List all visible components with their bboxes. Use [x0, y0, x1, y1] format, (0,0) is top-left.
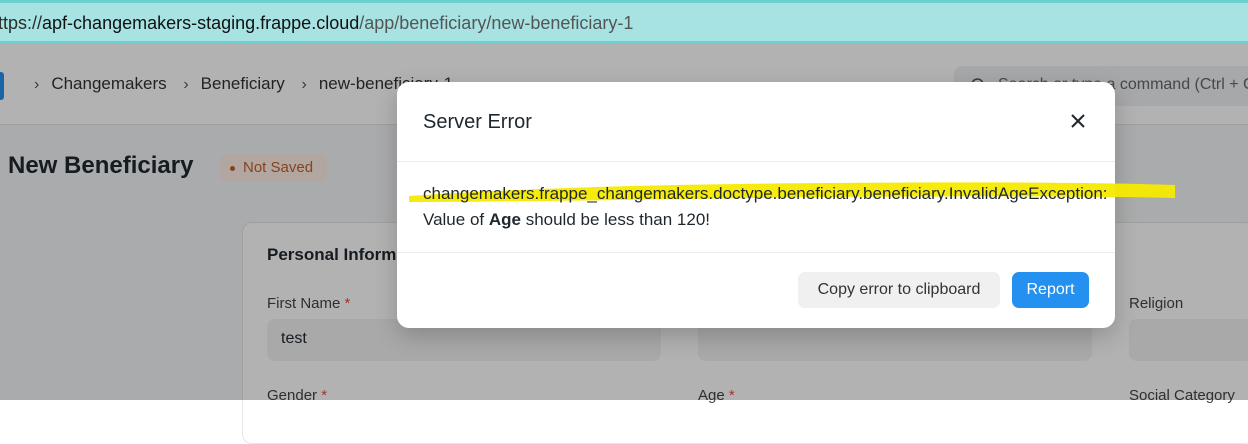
report-button[interactable]: Report: [1012, 272, 1089, 308]
url-text[interactable]: https://apf-changemakers-staging.frappe.…: [0, 13, 633, 34]
server-error-dialog: Server Error changemakers.frappe_changem…: [397, 82, 1175, 328]
browser-url-bar[interactable]: https://apf-changemakers-staging.frappe.…: [0, 0, 1248, 44]
error-message-line1: changemakers.frappe_changemakers.doctype…: [423, 184, 1108, 203]
dialog-divider: [397, 161, 1115, 162]
dialog-divider: [397, 252, 1115, 253]
copy-error-button[interactable]: Copy error to clipboard: [798, 272, 1000, 308]
dialog-title: Server Error: [423, 111, 532, 133]
close-icon[interactable]: [1067, 110, 1089, 132]
error-message-line2: Value of Age should be less than 120!: [423, 210, 710, 229]
url-host: apf-changemakers-staging.frappe.cloud: [42, 13, 360, 33]
url-scheme: https://: [0, 13, 43, 33]
url-path: /app/beneficiary/new-beneficiary-1: [359, 13, 634, 33]
